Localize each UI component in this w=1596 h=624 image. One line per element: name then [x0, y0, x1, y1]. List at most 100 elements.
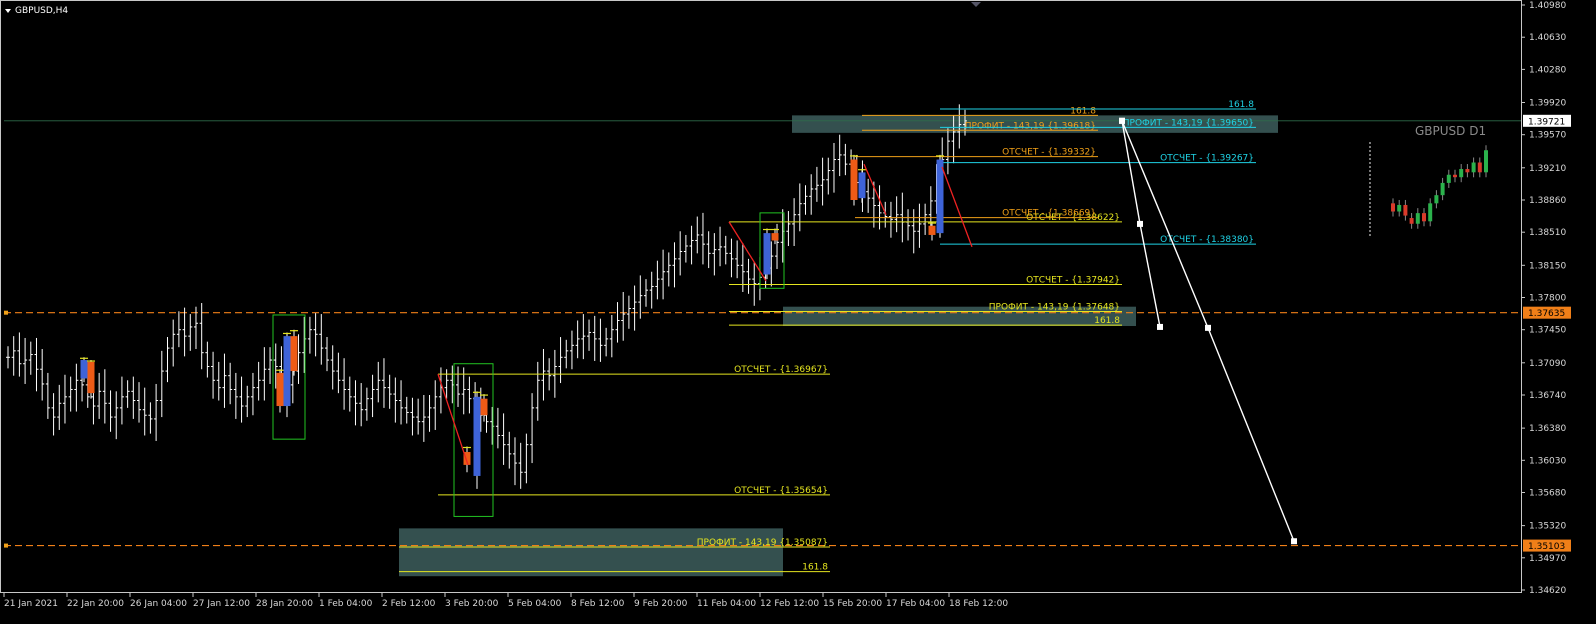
x-tick-label-5: 1 Feb 04:00 — [319, 599, 373, 609]
projection-node-0-1 — [1137, 220, 1143, 227]
y-tick-label-3: 1.39920 — [1529, 99, 1566, 109]
mini-candle-9 — [1446, 174, 1451, 183]
fib-label-7: 161.8 — [1094, 316, 1120, 326]
fib-label-11: 161.8 — [1070, 106, 1096, 116]
fib-label-8: ОТСЧЕТ - {1.39332} — [1002, 148, 1096, 158]
fib-label-1: ОТСЧЕТ - {1.35654} — [734, 486, 828, 496]
x-tick-label-8: 5 Feb 04:00 — [508, 599, 562, 609]
mini-ruler-dot-198 — [1369, 198, 1371, 200]
mini-ruler-dot-158 — [1369, 158, 1371, 160]
y-tick-label-1: 1.40630 — [1529, 33, 1566, 43]
projection-node-1-2 — [1291, 538, 1297, 545]
fib-label-2: ПРОФИТ - 143,19 {1.35087} — [697, 538, 828, 548]
candle-body-12 — [928, 225, 936, 235]
mini-ruler-dot-182 — [1369, 182, 1371, 184]
y-tick-label-5: 1.39210 — [1529, 164, 1566, 174]
candle-body-0 — [80, 360, 88, 379]
candle-body-2 — [276, 372, 284, 407]
profit-zone-0 — [399, 528, 783, 577]
mini-ruler-dot-210 — [1369, 210, 1371, 212]
y-tick-label-8: 1.38150 — [1529, 261, 1566, 271]
candle-body-11 — [858, 172, 866, 199]
mini-ruler-dot-218 — [1369, 218, 1371, 220]
mini-candle-3 — [1409, 218, 1414, 224]
mini-ruler-dot-202 — [1369, 202, 1371, 204]
fib-label-6: ПРОФИТ - 143,19 {1.37648} — [989, 302, 1120, 312]
fib-label-3: 161.8 — [802, 563, 828, 573]
x-tick-label-9: 8 Feb 12:00 — [571, 599, 625, 609]
mini-ruler-dot-222 — [1369, 222, 1371, 224]
mini-candle-7 — [1434, 195, 1439, 204]
level-anchor-1 — [4, 310, 8, 315]
mini-candle-14 — [1477, 162, 1482, 173]
mini-ruler-dot-230 — [1369, 230, 1371, 232]
mini-ruler-dot-142 — [1369, 142, 1371, 144]
mini-ruler-dot-226 — [1369, 226, 1371, 228]
x-tick-label-14: 17 Feb 04:00 — [886, 599, 945, 609]
x-tick-label-13: 15 Feb 20:00 — [823, 599, 882, 609]
candle-body-3 — [283, 336, 291, 407]
mini-ruler-dot-194 — [1369, 194, 1371, 196]
fib-label-12: ОТСЧЕТ - {1.39267} — [1160, 154, 1254, 164]
x-tick-label-1: 22 Jan 20:00 — [67, 599, 124, 609]
symbol-title: GBPUSD,H4 — [15, 6, 68, 16]
mini-ruler-dot-162 — [1369, 162, 1371, 164]
mini-ruler-dot-186 — [1369, 186, 1371, 188]
x-tick-label-12: 12 Feb 12:00 — [760, 599, 819, 609]
level-anchor-2 — [4, 543, 8, 548]
mini-candle-12 — [1465, 169, 1470, 173]
y-tick-label-9: 1.37800 — [1529, 294, 1566, 304]
y-tick-label-16: 1.35320 — [1529, 522, 1566, 532]
candle-body-9 — [771, 233, 779, 241]
candle-body-1 — [87, 361, 95, 394]
mini-ruler-dot-146 — [1369, 146, 1371, 148]
mini-chart-title: GBPUSD D1 — [1415, 124, 1486, 138]
mini-candle-13 — [1471, 162, 1476, 173]
fib-label-10: ПРОФИТ - 143,19 {1.39618} — [965, 121, 1096, 131]
y-tick-label-4: 1.39570 — [1529, 131, 1566, 141]
projection-node-1-1 — [1205, 324, 1211, 331]
mini-candle-15 — [1484, 150, 1488, 173]
x-tick-label-6: 2 Feb 12:00 — [382, 599, 436, 609]
y-tick-label-11: 1.37090 — [1529, 359, 1566, 369]
mini-candle-0 — [1391, 203, 1395, 212]
y-tick-label-2: 1.40280 — [1529, 65, 1566, 75]
candle-body-13 — [936, 159, 944, 234]
x-tick-label-10: 9 Feb 20:00 — [634, 599, 688, 609]
projection-node-1-0 — [1119, 117, 1125, 124]
candle-body-4 — [290, 336, 298, 372]
y-tick-label-18: 1.34620 — [1529, 586, 1566, 596]
mini-ruler-dot-214 — [1369, 214, 1371, 216]
x-tick-label-3: 27 Jan 12:00 — [193, 599, 250, 609]
x-tick-label-7: 3 Feb 20:00 — [445, 599, 499, 609]
y-tick-label-17: 1.34970 — [1529, 554, 1566, 564]
fib-label-9: ОТСЧЕТ - {1.38669} — [1002, 209, 1096, 219]
mini-ruler-dot-178 — [1369, 178, 1371, 180]
x-tick-label-11: 11 Feb 04:00 — [697, 599, 756, 609]
fib-label-5: ОТСЧЕТ - {1.37942} — [1026, 275, 1120, 285]
y-tick-label-6: 1.38860 — [1529, 196, 1566, 206]
mini-candle-4 — [1415, 213, 1420, 224]
mini-ruler-dot-174 — [1369, 174, 1371, 176]
fib-label-0: ОТСЧЕТ - {1.36967} — [734, 365, 828, 375]
fib-label-13: ОТСЧЕТ - {1.38380} — [1160, 235, 1254, 245]
y-tick-label-13: 1.36380 — [1529, 424, 1566, 434]
fib-label-14: ПРОФИТ - 143,19 {1.39650} — [1123, 118, 1254, 128]
y-tick-label-10: 1.37450 — [1529, 326, 1566, 336]
mini-ruler-dot-190 — [1369, 190, 1371, 192]
mini-candle-11 — [1459, 169, 1464, 178]
mini-ruler-dot-166 — [1369, 166, 1371, 168]
fib-label-15: 161.8 — [1228, 100, 1254, 110]
y-tick-label-15: 1.35680 — [1529, 489, 1566, 499]
x-tick-label-4: 28 Jan 20:00 — [256, 599, 313, 609]
y-tick-label-14: 1.36030 — [1529, 456, 1566, 466]
mini-candle-2 — [1403, 204, 1408, 216]
projection-node-0-2 — [1157, 323, 1163, 330]
mini-ruler-dot-170 — [1369, 170, 1371, 172]
price-tag-text-0: 1.39721 — [1528, 117, 1565, 127]
y-tick-label-7: 1.38510 — [1529, 228, 1566, 238]
chart-canvas[interactable]: ОТСЧЕТ - {1.36967} ОТСЧЕТ - {1.35654} ПРОФ… — [0, 0, 1596, 624]
y-tick-label-0: 1.40980 — [1529, 1, 1566, 11]
price-tag-text-2: 1.35103 — [1528, 542, 1565, 552]
candle-body-7 — [480, 398, 488, 416]
